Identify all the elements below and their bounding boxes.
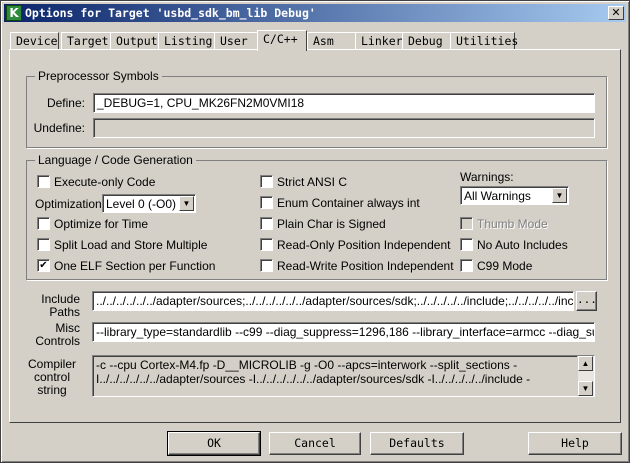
check-icon[interactable]: ✔: [37, 259, 50, 272]
tab-asm[interactable]: Asm: [307, 32, 357, 50]
include-label-line2: Paths: [49, 305, 80, 319]
one-elf-checkbox[interactable]: ✔ One ELF Section per Function: [37, 259, 257, 273]
no-auto-includes-box[interactable]: [460, 238, 473, 251]
execute-only-checkbox[interactable]: Execute-only Code: [37, 175, 237, 189]
preprocessor-group: Preprocessor Symbols Define: _DEBUG=1, C…: [26, 69, 607, 148]
c99-mode-box[interactable]: [460, 259, 473, 272]
optimization-select[interactable]: Level 0 (-O0) ▼: [102, 194, 196, 213]
strict-ansi-checkbox[interactable]: Strict ANSI C: [260, 175, 440, 189]
rw-pi-box[interactable]: [260, 259, 273, 272]
optimization-label: Optimization:: [35, 197, 106, 211]
tab-debug[interactable]: Debug: [402, 32, 452, 50]
chevron-down-icon[interactable]: ▼: [552, 188, 567, 203]
execute-only-box[interactable]: [37, 175, 50, 188]
include-label-line1: Include: [41, 292, 80, 306]
language-group-title: Language / Code Generation: [35, 153, 196, 167]
tab-listing[interactable]: Listing: [158, 32, 216, 50]
options-dialog: K Options for Target 'usbd_sdk_bm_lib De…: [0, 0, 630, 463]
split-load-box[interactable]: [37, 238, 50, 251]
enum-container-checkbox[interactable]: Enum Container always int: [260, 196, 460, 210]
tab-c-cpp[interactable]: C/C++: [257, 30, 307, 51]
compiler-control-string[interactable]: -c --cpu Cortex-M4.fp -D__MICROLIB -g -O…: [92, 355, 595, 397]
defaults-button[interactable]: Defaults: [370, 432, 464, 455]
tab-output[interactable]: Output: [110, 32, 160, 50]
keil-target-icon: K: [6, 5, 22, 21]
title-bar[interactable]: K Options for Target 'usbd_sdk_bm_lib De…: [4, 4, 626, 22]
plain-char-checkbox[interactable]: Plain Char is Signed: [260, 217, 460, 231]
rw-pi-checkbox[interactable]: Read-Write Position Independent: [260, 259, 460, 273]
help-button[interactable]: Help: [528, 432, 622, 455]
scroll-down-icon[interactable]: ▼: [578, 381, 593, 396]
thumb-mode-checkbox[interactable]: Thumb Mode: [460, 217, 580, 231]
compiler-line-1: -c --cpu Cortex-M4.fp -D__MICROLIB -g -O…: [96, 358, 518, 372]
thumb-mode-box[interactable]: [460, 217, 473, 230]
no-auto-includes-checkbox[interactable]: No Auto Includes: [460, 238, 590, 252]
undefine-label: Undefine:: [33, 121, 85, 135]
include-browse-button[interactable]: ...: [576, 291, 597, 311]
compiler-label-line1: Compiler: [27, 357, 76, 371]
no-auto-includes-label: No Auto Includes: [477, 238, 568, 252]
enum-container-label: Enum Container always int: [277, 196, 420, 210]
warnings-select[interactable]: All Warnings ▼: [460, 186, 569, 205]
ro-pi-checkbox[interactable]: Read-Only Position Independent: [260, 238, 460, 252]
execute-only-label: Execute-only Code: [54, 175, 156, 189]
c99-mode-checkbox[interactable]: C99 Mode: [460, 259, 580, 273]
split-load-label: Split Load and Store Multiple: [54, 238, 208, 252]
plain-char-label: Plain Char is Signed: [277, 217, 386, 231]
optimize-time-checkbox[interactable]: Optimize for Time: [37, 217, 237, 231]
cancel-button[interactable]: Cancel: [269, 432, 361, 455]
define-input[interactable]: _DEBUG=1, CPU_MK26FN2M0VMI18: [93, 93, 595, 113]
misc-controls-input[interactable]: --library_type=standardlib --c99 --diag_…: [92, 322, 595, 342]
rw-pi-label: Read-Write Position Independent: [277, 259, 454, 273]
compiler-label-line3: string: [37, 383, 67, 397]
thumb-mode-label: Thumb Mode: [477, 217, 548, 231]
language-group: Language / Code Generation Execute-only …: [26, 153, 607, 280]
ok-button[interactable]: OK: [167, 431, 261, 456]
window-title: Options for Target 'usbd_sdk_bm_lib Debu…: [25, 6, 316, 20]
warnings-label: Warnings:: [460, 170, 514, 184]
optimization-value: Level 0 (-O0): [106, 197, 177, 211]
tab-linker[interactable]: Linker: [355, 32, 405, 50]
strict-ansi-box[interactable]: [260, 175, 273, 188]
tab-target[interactable]: Target: [61, 32, 111, 50]
plain-char-box[interactable]: [260, 217, 273, 230]
tab-user[interactable]: User: [214, 32, 260, 50]
compiler-scrollbar[interactable]: ▲ ▼: [577, 356, 594, 396]
close-button[interactable]: ✕: [608, 6, 624, 20]
c99-mode-label: C99 Mode: [477, 259, 533, 273]
one-elf-label: One ELF Section per Function: [54, 259, 216, 273]
c-cpp-panel: Preprocessor Symbols Define: _DEBUG=1, C…: [9, 49, 621, 423]
tab-utilities[interactable]: Utilities: [450, 32, 518, 50]
tab-device[interactable]: Device: [10, 32, 59, 50]
enum-container-box[interactable]: [260, 196, 273, 209]
compiler-label-line2: control: [33, 370, 71, 384]
compiler-line-2: I../../../../../../adapter/sources -I../…: [96, 372, 531, 386]
split-load-checkbox[interactable]: Split Load and Store Multiple: [37, 238, 237, 252]
warnings-value: All Warnings: [464, 189, 531, 203]
strict-ansi-label: Strict ANSI C: [277, 175, 348, 189]
misc-label-line1: Misc: [55, 321, 80, 335]
optimize-time-box[interactable]: [37, 217, 50, 230]
optimize-time-label: Optimize for Time: [54, 217, 149, 231]
ro-pi-box[interactable]: [260, 238, 273, 251]
ro-pi-label: Read-Only Position Independent: [277, 238, 451, 252]
undefine-input[interactable]: [93, 118, 595, 138]
misc-label-line2: Controls: [35, 334, 80, 348]
tab-strip: Device Target Output Listing User C/C++ …: [9, 30, 621, 51]
define-label: Define:: [46, 96, 85, 110]
include-paths-input[interactable]: ../../../../../../adapter/sources;../../…: [92, 291, 574, 311]
scroll-up-icon[interactable]: ▲: [578, 356, 593, 371]
chevron-down-icon[interactable]: ▼: [179, 196, 194, 211]
preprocessor-group-title: Preprocessor Symbols: [35, 69, 162, 83]
